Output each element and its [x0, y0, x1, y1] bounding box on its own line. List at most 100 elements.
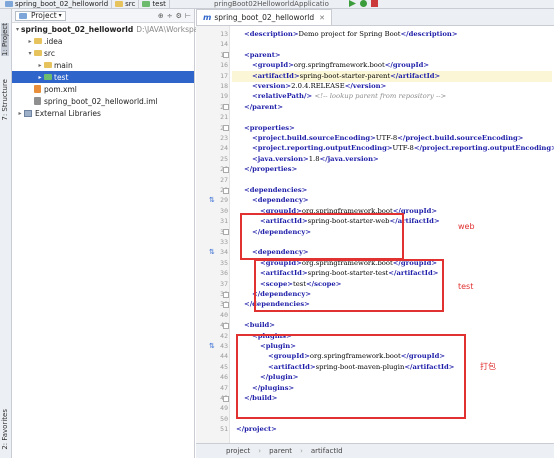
tree-item[interactable]: ▸ .idea: [12, 35, 194, 47]
xml-file-icon: [34, 85, 41, 93]
annotation-package: 打包: [480, 362, 496, 371]
xml-tag: <build>: [244, 321, 276, 330]
maven-icon: m: [203, 13, 212, 22]
path-separator: ›: [300, 447, 303, 455]
run-toolbar: [349, 0, 378, 7]
gear-icon[interactable]: ⚙: [176, 12, 182, 20]
xml-path-bar: project › parent › artifactId: [196, 443, 554, 458]
line-number: 36: [220, 269, 228, 278]
code-line[interactable]: </properties>: [244, 164, 297, 175]
maven-gutter-icon[interactable]: ⇅: [209, 196, 217, 204]
tree-item[interactable]: ▸ External Libraries: [12, 107, 194, 119]
chevron-down-icon[interactable]: ▾: [16, 26, 19, 33]
chevron-right-icon[interactable]: ▸: [36, 62, 44, 69]
fold-marker-icon[interactable]: [223, 395, 229, 402]
xml-tag: </groupId>: [384, 61, 430, 70]
maven-gutter-icon[interactable]: ⇅: [209, 342, 217, 350]
code-line[interactable]: <project.build.sourceEncoding>UTF-8</pro…: [252, 133, 523, 144]
tree-item[interactable]: spring_boot_02_helloworld.iml: [12, 95, 194, 107]
annotation-web: web: [458, 222, 475, 231]
navigation-bar: spring_boot_02_helloworld src test pring…: [0, 0, 554, 9]
tab-project[interactable]: 1: Project: [1, 23, 9, 56]
tree-item[interactable]: ▾ src: [12, 47, 194, 59]
xml-tag: </properties>: [244, 165, 298, 174]
folder-icon: [44, 62, 52, 68]
tree-item[interactable]: ▾ spring_boot_02_helloworld D:\JAVA\Worksp…: [12, 23, 216, 35]
xml-tag: <java.version>: [252, 154, 309, 163]
tree-item[interactable]: pom.xml: [12, 83, 194, 95]
code-line[interactable]: </parent>: [244, 102, 283, 113]
debug-icon[interactable]: [360, 0, 367, 7]
project-panel-header: Project ▾ ⊕ ÷ ⚙ ⊢: [12, 9, 194, 23]
folder-icon: [142, 1, 151, 7]
code-line[interactable]: <build>: [244, 320, 275, 331]
code-line[interactable]: <properties>: [244, 123, 295, 134]
code-line[interactable]: <version>2.0.4.RELEASE</version>: [252, 81, 386, 92]
tree-item-label: pom.xml: [44, 84, 77, 94]
path-artifactid[interactable]: artifactId: [311, 447, 343, 455]
tree-item[interactable]: ▸ test: [12, 71, 194, 83]
line-number: 44: [220, 352, 228, 361]
chevron-down-icon[interactable]: ▾: [26, 50, 34, 57]
close-icon[interactable]: ✕: [319, 14, 325, 22]
fold-marker-icon[interactable]: [223, 52, 229, 59]
tree-item-label: main: [54, 60, 73, 70]
xml-text: UTF-8: [375, 134, 398, 142]
run-icon[interactable]: [349, 0, 356, 7]
breadcrumb-project[interactable]: spring_boot_02_helloworld: [2, 0, 113, 8]
line-number: 31: [220, 217, 228, 226]
tab-structure[interactable]: 7: Structure: [1, 79, 9, 121]
chevron-right-icon[interactable]: ▸: [16, 110, 24, 117]
breadcrumb-test[interactable]: test: [139, 0, 170, 8]
fold-marker-icon[interactable]: [223, 187, 229, 194]
breadcrumb-src[interactable]: src: [112, 0, 140, 8]
maven-gutter-icon[interactable]: ⇅: [209, 248, 217, 256]
xml-text: 1.8: [308, 154, 320, 163]
hide-icon[interactable]: ⊢: [185, 12, 191, 20]
line-number: 35: [220, 258, 228, 267]
annotation-box-web: [240, 213, 404, 260]
code-line[interactable]: <java.version>1.8</java.version>: [252, 154, 379, 165]
xml-tag: </project.reporting.outputEncoding>: [413, 144, 554, 153]
path-parent[interactable]: parent: [269, 447, 292, 455]
line-number: 50: [220, 414, 228, 423]
project-view-selector[interactable]: Project ▾: [15, 10, 66, 21]
fold-marker-icon[interactable]: [223, 104, 229, 111]
fold-marker-icon[interactable]: [223, 291, 229, 298]
xml-tag: <properties>: [244, 123, 295, 132]
code-line[interactable]: <groupId>org.springframework.boot</group…: [252, 60, 429, 71]
tab-favorites[interactable]: 2: Favorites: [1, 409, 9, 450]
folder-icon: [34, 38, 42, 44]
chevron-right-icon[interactable]: ▸: [26, 38, 34, 45]
path-project[interactable]: project: [226, 447, 250, 455]
xml-tag: <description>: [244, 30, 299, 38]
chevron-right-icon[interactable]: ▸: [36, 74, 44, 81]
fold-marker-icon[interactable]: [223, 125, 229, 132]
fold-marker-icon[interactable]: [223, 229, 229, 236]
line-number: 37: [220, 279, 228, 288]
code-line[interactable]: </project>: [236, 424, 277, 435]
code-line[interactable]: <relativePath/> <!-- lookup parent from …: [252, 91, 446, 102]
run-config-fragment[interactable]: pringBoot02HelloworldApplicatio: [214, 0, 329, 8]
stop-icon[interactable]: [371, 0, 378, 7]
code-line[interactable]: <artifactId>spring-boot-starter-parent</…: [232, 70, 552, 82]
locate-icon[interactable]: ⊕: [158, 12, 164, 20]
code-line[interactable]: <dependency>: [252, 195, 309, 206]
fold-marker-icon[interactable]: [223, 301, 229, 308]
tree-item[interactable]: ▸ main: [12, 59, 194, 71]
line-number: 19: [220, 92, 228, 101]
code-line[interactable]: <project.reporting.outputEncoding>UTF-8<…: [252, 143, 554, 154]
folder-icon: [115, 1, 124, 7]
fold-marker-icon[interactable]: [223, 322, 229, 329]
tree-item-label: External Libraries: [35, 108, 101, 118]
annotation-test: test: [458, 282, 474, 291]
code-line[interactable]: <dependencies>: [244, 185, 307, 196]
fold-marker-icon[interactable]: [223, 166, 229, 173]
project-icon: [19, 12, 27, 19]
collapse-icon[interactable]: ÷: [167, 12, 173, 20]
line-number: 27: [220, 175, 228, 184]
tree-item-label: .idea: [44, 36, 63, 46]
tab-pom-xml[interactable]: m spring_boot_02_helloworld ✕: [196, 9, 333, 25]
code-line[interactable]: <parent>: [244, 50, 281, 61]
code-line[interactable]: <description>Demo project for Spring Boo…: [244, 29, 458, 40]
